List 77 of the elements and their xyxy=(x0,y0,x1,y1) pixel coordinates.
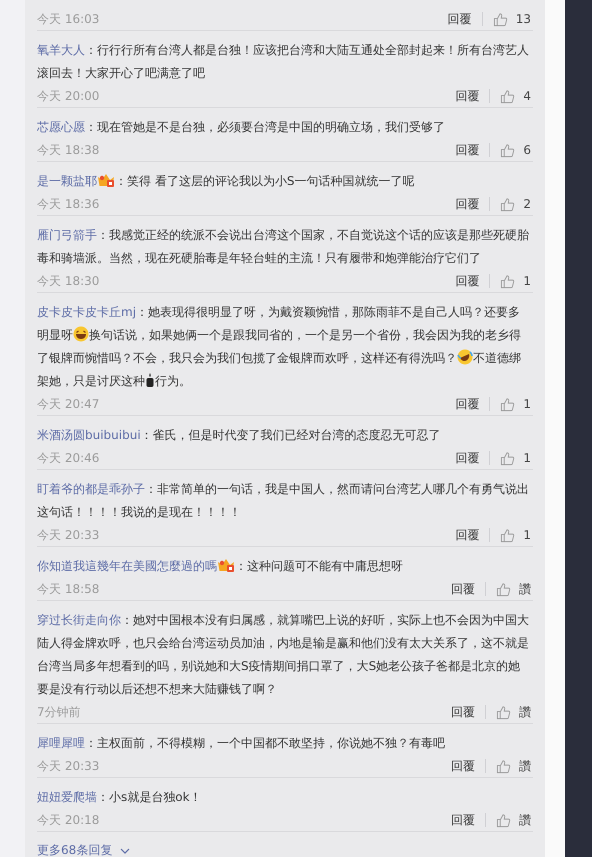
comment-text: 你知道我這幾年在美國怎麼過的嗎 ：这种问题可不能有中庸思想呀 xyxy=(37,556,404,575)
thumbs-up-icon xyxy=(496,704,511,720)
thumbs-up-icon xyxy=(496,582,511,596)
comment-text: 犀哩犀哩：主权面前，不得模糊，一个中国都不敢坚持，你说她不独？有毒吧 xyxy=(37,735,446,752)
comment-time: 今天 16:03 xyxy=(37,10,100,28)
thumbs-up-icon xyxy=(500,274,516,288)
like-button[interactable]: 4 xyxy=(500,88,531,104)
thumbs-up-icon xyxy=(496,758,511,774)
chevron-down-icon xyxy=(120,848,130,854)
username-link[interactable]: 穿过长街走向你 xyxy=(37,613,121,627)
comment-text: 妞妞爱爬墙：小s就是台独ok！ xyxy=(37,789,203,806)
comment-time: 今天 18:38 xyxy=(37,142,100,158)
thumbs-up-icon xyxy=(500,528,516,542)
thumbs-up-icon xyxy=(500,396,516,412)
reply-link[interactable]: 回覆 xyxy=(455,196,480,212)
comment-text: 是一颗盐耶 ：笑得 看了这层的评论我以为小S一句话种国就统一了呢 xyxy=(37,171,416,190)
username-link[interactable]: 你知道我這幾年在美國怎麼過的嗎 xyxy=(37,559,217,573)
comment-text: 穿过长街走向你：她对中国根本没有归属感，就算嘴巴上说的好听，实际上也不会因为中国大陆人得金牌欢呼，也只会给台湾运动员加油，内地是输是赢和他们没有太大关系了，这不就是台湾当局多年想看到的吗，别说她和大S疫情期间捐口罩了，大S她老公孩子爸都是北京的她要是没有行动以后还想不想来大陆赚钱了啊？ xyxy=(37,612,530,698)
like-button[interactable]: 1 xyxy=(500,274,531,288)
comment-time: 今天 20:47 xyxy=(37,396,100,412)
comment-text: 雁门弓箭手：我感觉正经的统派不会说出台湾这个国家，不自觉说这个话的应该是那些死硬胎毒和骑墙派。当然，现在死硬胎毒是年轻台蛙的主流！只有履带和炮弹能治疗它们了 xyxy=(37,227,530,267)
comment-time: 今天 18:58 xyxy=(37,580,100,598)
like-button[interactable]: 1 xyxy=(500,396,531,412)
like-button[interactable]: 2 xyxy=(500,196,531,212)
like-button[interactable]: 13 xyxy=(492,12,531,26)
reply-link[interactable]: 回覆 xyxy=(455,142,480,158)
thumbs-up-icon xyxy=(500,88,516,104)
comment-text: 皮卡皮卡皮卡丘mj：她表现得很明显了呀，为戴资颖惋惜，那陈雨菲不是自己人吗？还要多明显呀 换句话说，如果她俩一个是跟我同省的，一个是另一个省份，我会因为我的老乡得了银牌而惋惜吗？不会，我只会为我们包揽了金银牌而欢呼，这样还有得洗吗？ 不道德绑架她，只是讨厌这种 行为。 xyxy=(37,304,522,390)
reply-link[interactable]: 回覆 xyxy=(451,580,475,598)
reply-link[interactable]: 回覆 xyxy=(448,10,472,28)
crying-laughing-icon xyxy=(457,349,473,365)
comment-time: 今天 18:30 xyxy=(37,272,100,290)
like-button[interactable]: 1 xyxy=(500,528,531,542)
vip-crown-icon xyxy=(217,557,235,573)
reply-link[interactable]: 回覆 xyxy=(455,526,480,544)
username-link[interactable]: 犀哩犀哩 xyxy=(37,736,85,750)
comment-text: 氧羊大人：行行行所有台湾人都是台独！应该把台湾和大陆互通处全部封起来！所有台湾艺人滚回去！大家开心了吧满意了吧 xyxy=(37,42,530,82)
like-button[interactable]: 6 xyxy=(500,142,531,158)
thumbs-up-icon xyxy=(500,142,516,158)
comment-text: 芯愿心愿：现在管她是不是台独，必须要台湾是中国的明确立场，我们受够了 xyxy=(37,119,446,136)
comment-time: 今天 20:00 xyxy=(37,88,100,104)
more-replies-link[interactable]: 更多68条回复 xyxy=(37,842,130,857)
like-button[interactable]: 讚 xyxy=(496,812,531,828)
username-link[interactable]: 是一颗盐耶 xyxy=(37,174,97,188)
comment-time: 今天 20:33 xyxy=(37,758,100,774)
laughing-face-icon xyxy=(73,326,89,342)
username-link[interactable]: 芯愿心愿 xyxy=(37,120,85,134)
thumbs-up-icon xyxy=(496,812,511,828)
comment-time: 今天 20:46 xyxy=(37,450,100,466)
candle-icon xyxy=(145,372,155,388)
like-button[interactable]: 讚 xyxy=(496,580,531,598)
reply-link[interactable]: 回覆 xyxy=(451,758,475,774)
username-link[interactable]: 雁门弓箭手 xyxy=(37,228,97,242)
reply-link[interactable]: 回覆 xyxy=(455,450,480,466)
reply-link[interactable]: 回覆 xyxy=(451,812,475,828)
reply-link[interactable]: 回覆 xyxy=(455,272,480,290)
comment-text: 米酒汤圆buibuibui：雀氏，但是时代变了我们已经对台湾的态度忍无可忍了 xyxy=(37,427,442,444)
like-button[interactable]: 1 xyxy=(500,450,531,466)
comment-time: 今天 20:33 xyxy=(37,526,100,544)
reply-link[interactable]: 回覆 xyxy=(455,396,480,412)
comment-time: 今天 18:36 xyxy=(37,196,100,212)
thumbs-up-icon xyxy=(500,196,516,212)
username-link[interactable]: 皮卡皮卡皮卡丘mj xyxy=(37,305,136,319)
username-link[interactable]: 氧羊大人 xyxy=(37,43,85,57)
username-link[interactable]: 妞妞爱爬墙 xyxy=(37,790,97,804)
vip-crown-icon xyxy=(97,172,115,188)
like-button[interactable]: 讚 xyxy=(496,758,531,774)
thumbs-up-icon xyxy=(500,450,516,466)
like-button[interactable]: 讚 xyxy=(496,704,531,720)
reply-link[interactable]: 回覆 xyxy=(451,704,475,720)
username-link[interactable]: 米酒汤圆buibuibui xyxy=(37,428,141,442)
comment-time: 今天 20:18 xyxy=(37,812,100,828)
comment-time: 7分钟前 xyxy=(37,704,82,720)
reply-link[interactable]: 回覆 xyxy=(455,88,480,104)
thumbs-up-icon xyxy=(492,12,508,26)
comment-text: 盯着爷的都是乖孙子：非常简单的一句话，我是中国人，然而请问台湾艺人哪几个有勇气说出这句话！！！！我说的是现在！！！！ xyxy=(37,481,530,521)
username-link[interactable]: 盯着爷的都是乖孙子 xyxy=(37,482,145,496)
